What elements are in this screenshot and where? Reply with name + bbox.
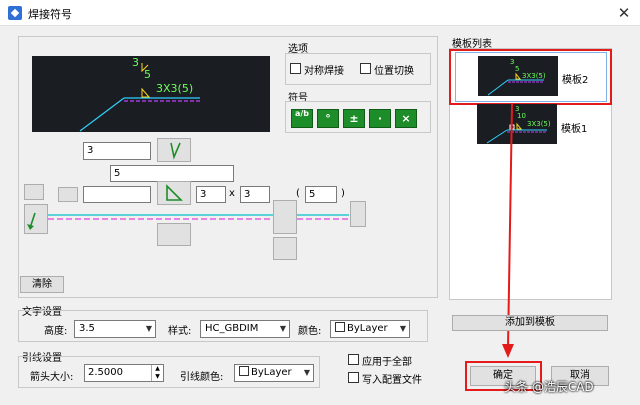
size-a-field[interactable]: 3 bbox=[196, 186, 226, 203]
upper-symbol-button[interactable] bbox=[157, 138, 191, 162]
swap-checkbox[interactable] bbox=[360, 63, 371, 74]
height-value: 3.5 bbox=[79, 323, 95, 334]
left-gap-button[interactable] bbox=[24, 184, 44, 200]
weld-line-right bbox=[297, 214, 349, 220]
watermark: 头条 @浩辰CAD bbox=[504, 380, 594, 394]
cross-symbol-button[interactable]: × bbox=[395, 109, 417, 128]
preview-mid-text: 5 bbox=[144, 68, 151, 81]
apply-all-label: 应用于全部 bbox=[362, 357, 412, 368]
color-swatch-icon bbox=[335, 322, 345, 332]
symmetric-checkbox[interactable] bbox=[290, 63, 301, 74]
text-color-value: ByLayer bbox=[347, 323, 388, 334]
leader-color-label: 引线颜色: bbox=[180, 372, 224, 383]
tail-button[interactable] bbox=[350, 201, 366, 227]
apply-all-checkbox[interactable] bbox=[348, 354, 359, 365]
paren-value-field[interactable]: 5 bbox=[305, 186, 337, 203]
clear-button[interactable]: 清除 bbox=[20, 276, 64, 293]
middle-separator-button[interactable] bbox=[273, 200, 297, 234]
preview-top-text: 3 bbox=[132, 56, 139, 69]
height-label: 高度: bbox=[44, 326, 68, 337]
left-small-button[interactable] bbox=[58, 187, 78, 202]
weld-preview-drawing bbox=[79, 63, 200, 132]
color-swatch-icon bbox=[239, 366, 249, 376]
arrow-side-icon bbox=[27, 212, 36, 230]
ratio-symbol-button[interactable]: a/b bbox=[291, 109, 313, 128]
selected-template-highlight bbox=[449, 49, 612, 105]
upper-left-field[interactable]: 3 bbox=[83, 142, 151, 160]
height-select[interactable]: 3.5 ▼ bbox=[74, 320, 156, 338]
lower-extra-button[interactable] bbox=[157, 223, 191, 246]
plusminus-symbol-button[interactable]: ± bbox=[343, 109, 365, 128]
chevron-down-icon: ▼ bbox=[145, 324, 152, 333]
text-color-label: 颜色: bbox=[298, 326, 322, 337]
symmetric-label: 对称焊接 bbox=[304, 66, 344, 77]
arrow-side-button[interactable] bbox=[24, 204, 48, 234]
size-x-label: x bbox=[229, 188, 235, 199]
write-config-checkbox[interactable] bbox=[348, 372, 359, 383]
spinner-arrows-icon[interactable]: ▲ ▼ bbox=[151, 365, 163, 381]
lower-symbol-button[interactable] bbox=[157, 181, 191, 205]
weld-preview: 3 5 3X3(5) bbox=[32, 56, 270, 132]
degree-symbol-button[interactable]: ° bbox=[317, 109, 339, 128]
leader-color-value: ByLayer bbox=[251, 367, 292, 378]
leader-color-select[interactable]: ByLayer ▼ bbox=[234, 364, 314, 382]
style-value: HC_GBDIM bbox=[205, 323, 259, 334]
template-item[interactable]: 3 10 3X3(5) 模板1 bbox=[455, 104, 607, 148]
chevron-down-icon: ▼ bbox=[399, 324, 406, 333]
preview-leader bbox=[79, 97, 125, 132]
preview-size-text: 3X3(5) bbox=[156, 82, 194, 95]
dot-symbol-button[interactable]: · bbox=[369, 109, 391, 128]
bottom-separator-button[interactable] bbox=[273, 237, 297, 260]
paren-close-label: ) bbox=[341, 188, 345, 199]
arrow-size-label: 箭头大小: bbox=[30, 372, 74, 383]
write-config-label: 写入配置文件 bbox=[362, 375, 422, 386]
chevron-down-icon: ▼ bbox=[279, 324, 286, 333]
add-template-button[interactable]: 添加到模板 bbox=[452, 315, 608, 331]
swap-label: 位置切换 bbox=[374, 66, 414, 77]
upper-weld-symbol-icon bbox=[170, 142, 181, 160]
arrow-size-value: 2.5000 bbox=[88, 367, 123, 378]
style-select[interactable]: HC_GBDIM ▼ bbox=[200, 320, 290, 338]
arrow-size-spinner[interactable]: 2.5000 ▲ ▼ bbox=[84, 364, 164, 382]
fillet-weld-icon bbox=[166, 184, 183, 201]
style-label: 样式: bbox=[168, 326, 192, 337]
template-1-name: 模板1 bbox=[561, 124, 588, 135]
upper-mid-field[interactable]: 5 bbox=[110, 165, 234, 182]
title-bar: 焊接符号 ✕ bbox=[0, 0, 640, 26]
text-color-select[interactable]: ByLayer ▼ bbox=[330, 320, 410, 338]
app-icon bbox=[8, 6, 22, 20]
paren-open-label: ( bbox=[296, 188, 300, 199]
close-icon[interactable]: ✕ bbox=[614, 3, 634, 23]
size-b-field[interactable]: 3 bbox=[240, 186, 270, 203]
template-1-size-text: 3X3(5) bbox=[527, 120, 551, 128]
chevron-down-icon: ▼ bbox=[303, 368, 310, 377]
lower-left-field[interactable] bbox=[83, 186, 151, 203]
window-title: 焊接符号 bbox=[28, 8, 72, 21]
preview-fillet-symbol bbox=[141, 87, 151, 98]
